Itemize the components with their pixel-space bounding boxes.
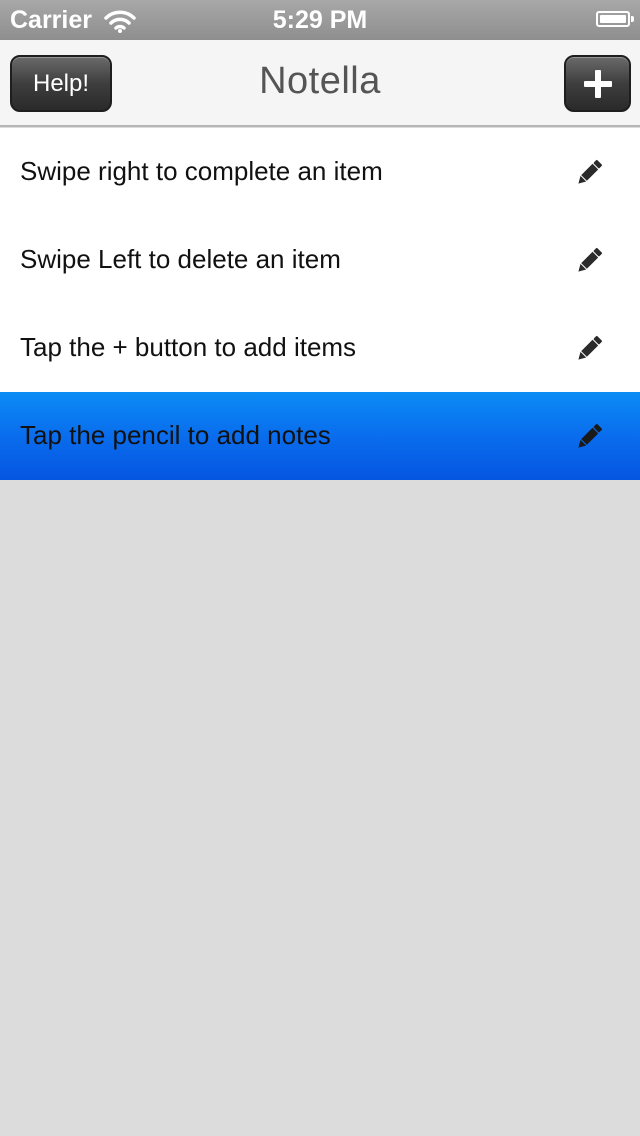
list-item[interactable]: Swipe Left to delete an item bbox=[0, 216, 640, 304]
status-bar: Carrier 5:29 PM bbox=[0, 0, 640, 40]
list-item-label: Tap the + button to add items bbox=[20, 332, 357, 362]
pencil-icon[interactable] bbox=[572, 420, 606, 454]
list-item-label: Swipe Left to delete an item bbox=[20, 244, 341, 274]
plus-icon bbox=[583, 69, 612, 98]
status-time: 5:29 PM bbox=[272, 6, 368, 34]
list-item-selected[interactable]: Tap the pencil to add notes bbox=[0, 392, 640, 480]
add-item-button[interactable] bbox=[564, 55, 631, 112]
pencil-icon[interactable] bbox=[572, 332, 606, 366]
battery-level bbox=[600, 15, 626, 23]
battery-icon bbox=[596, 11, 634, 27]
list-item[interactable]: Swipe right to complete an item bbox=[0, 128, 640, 216]
pencil-icon[interactable] bbox=[572, 244, 606, 278]
navigation-bar: Help! Notella bbox=[0, 40, 640, 127]
pencil-icon[interactable] bbox=[572, 156, 606, 190]
page-title: Notella bbox=[259, 60, 381, 102]
list-item-label: Tap the pencil to add notes bbox=[20, 420, 331, 450]
list-item[interactable]: Tap the + button to add items bbox=[0, 304, 640, 392]
todo-list: Swipe right to complete an item Swipe Le… bbox=[0, 128, 640, 480]
list-item-label: Swipe right to complete an item bbox=[20, 156, 383, 186]
